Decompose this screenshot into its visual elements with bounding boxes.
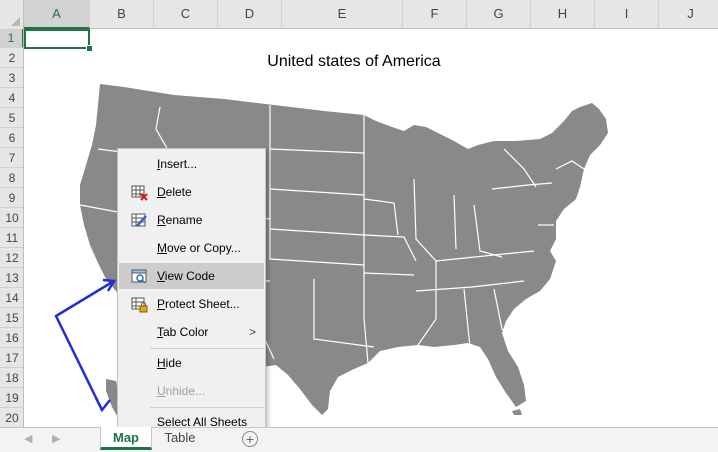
column-header-h[interactable]: H (531, 0, 595, 29)
row-header-5[interactable]: 5 (0, 109, 23, 128)
row-header-6[interactable]: 6 (0, 129, 23, 148)
row-header-2[interactable]: 2 (0, 49, 23, 68)
row-header-12[interactable]: 12 (0, 249, 23, 268)
excel-window: A B C D E F G H I J 1 2 3 4 5 6 7 8 9 10… (0, 0, 718, 452)
row-header-18[interactable]: 18 (0, 369, 23, 388)
menu-item-delete[interactable]: Delete (119, 179, 264, 205)
column-header-g[interactable]: G (467, 0, 531, 29)
menu-item-insert[interactable]: Insert... (119, 151, 264, 177)
chart-title: United states of America (267, 53, 441, 70)
menu-item-move-or-copy-label: Move or Copy... (157, 241, 241, 255)
row-header-20[interactable]: 20 (0, 409, 23, 427)
menu-item-hide[interactable]: Hide (119, 350, 264, 376)
delete-sheet-icon (131, 185, 148, 201)
column-header-f[interactable]: F (403, 0, 467, 29)
menu-item-unhide: Unhide... (119, 378, 264, 404)
menu-item-protect-sheet[interactable]: Protect Sheet... (119, 291, 264, 317)
column-header-j[interactable]: J (659, 0, 718, 29)
sheet-tab-context-menu: Insert... Delete Rename Move or Copy... (117, 148, 266, 436)
menu-item-rename-label: Rename (157, 213, 203, 227)
menu-item-tab-color[interactable]: Tab Color > (119, 319, 264, 345)
menu-separator (150, 407, 264, 408)
row-header-8[interactable]: 8 (0, 169, 23, 188)
row-header-13[interactable]: 13 (0, 269, 23, 288)
row-header-3[interactable]: 3 (0, 69, 23, 88)
column-header-c[interactable]: C (154, 0, 218, 29)
row-header-bar: 1 2 3 4 5 6 7 8 9 10 11 12 13 14 15 16 1… (0, 29, 24, 427)
row-header-1[interactable]: 1 (0, 29, 23, 48)
row-header-4[interactable]: 4 (0, 89, 23, 108)
menu-item-view-code-label: View Code (157, 269, 215, 283)
column-header-d[interactable]: D (218, 0, 282, 29)
scroll-tabs-left-icon[interactable]: ◀ (24, 432, 32, 445)
row-header-15[interactable]: 15 (0, 309, 23, 328)
menu-item-rename[interactable]: Rename (119, 207, 264, 233)
sheet-tab-table[interactable]: Table (154, 427, 206, 450)
row-header-10[interactable]: 10 (0, 209, 23, 228)
menu-item-protect-sheet-label: Protect Sheet... (157, 297, 240, 311)
menu-item-move-or-copy[interactable]: Move or Copy... (119, 235, 264, 261)
column-header-bar: A B C D E F G H I J (0, 0, 718, 29)
row-header-11[interactable]: 11 (0, 229, 23, 248)
select-all-corner[interactable] (0, 0, 24, 29)
row-header-16[interactable]: 16 (0, 329, 23, 348)
row-header-7[interactable]: 7 (0, 149, 23, 168)
menu-item-unhide-label: Unhide... (157, 384, 206, 398)
menu-item-insert-label: Insert... (157, 157, 198, 171)
column-header-i[interactable]: I (595, 0, 659, 29)
menu-separator (150, 348, 264, 349)
menu-item-view-code[interactable]: View Code (119, 263, 264, 289)
row-header-19[interactable]: 19 (0, 389, 23, 408)
sheet-tab-map[interactable]: Map (100, 427, 152, 450)
florida-keys-shape (512, 409, 522, 415)
rename-sheet-icon (131, 213, 147, 227)
row-header-14[interactable]: 14 (0, 289, 23, 308)
menu-item-delete-label: Delete (157, 185, 192, 199)
sheet-tab-bar: ◀ ▶ Map Table + (0, 427, 718, 452)
row-header-17[interactable]: 17 (0, 349, 23, 368)
column-header-e[interactable]: E (282, 0, 403, 29)
menu-item-hide-label: Hide (157, 356, 182, 370)
menu-item-tab-color-label: Tab Color (157, 325, 209, 339)
submenu-arrow-icon: > (248, 325, 256, 339)
add-sheet-icon[interactable]: + (242, 431, 258, 447)
protect-sheet-icon (131, 297, 148, 313)
column-header-a[interactable]: A (24, 0, 90, 29)
view-code-icon (131, 269, 147, 284)
row-header-9[interactable]: 9 (0, 189, 23, 208)
column-header-b[interactable]: B (90, 0, 154, 29)
scroll-tabs-right-icon[interactable]: ▶ (52, 432, 60, 445)
